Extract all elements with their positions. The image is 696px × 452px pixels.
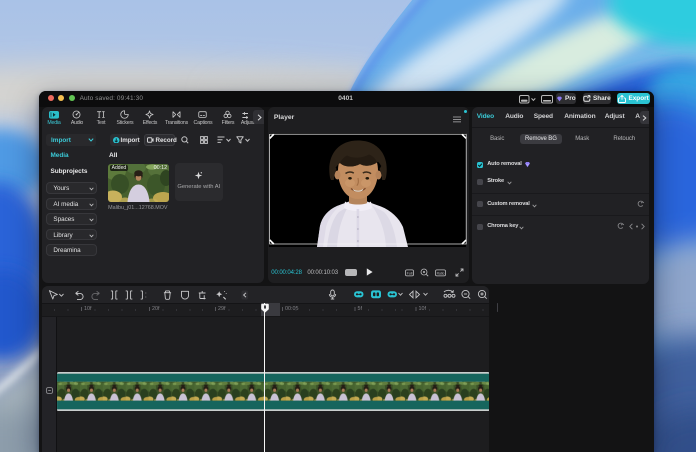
svg-text:Full: Full bbox=[407, 271, 413, 275]
svg-text:Ratio: Ratio bbox=[437, 271, 445, 275]
